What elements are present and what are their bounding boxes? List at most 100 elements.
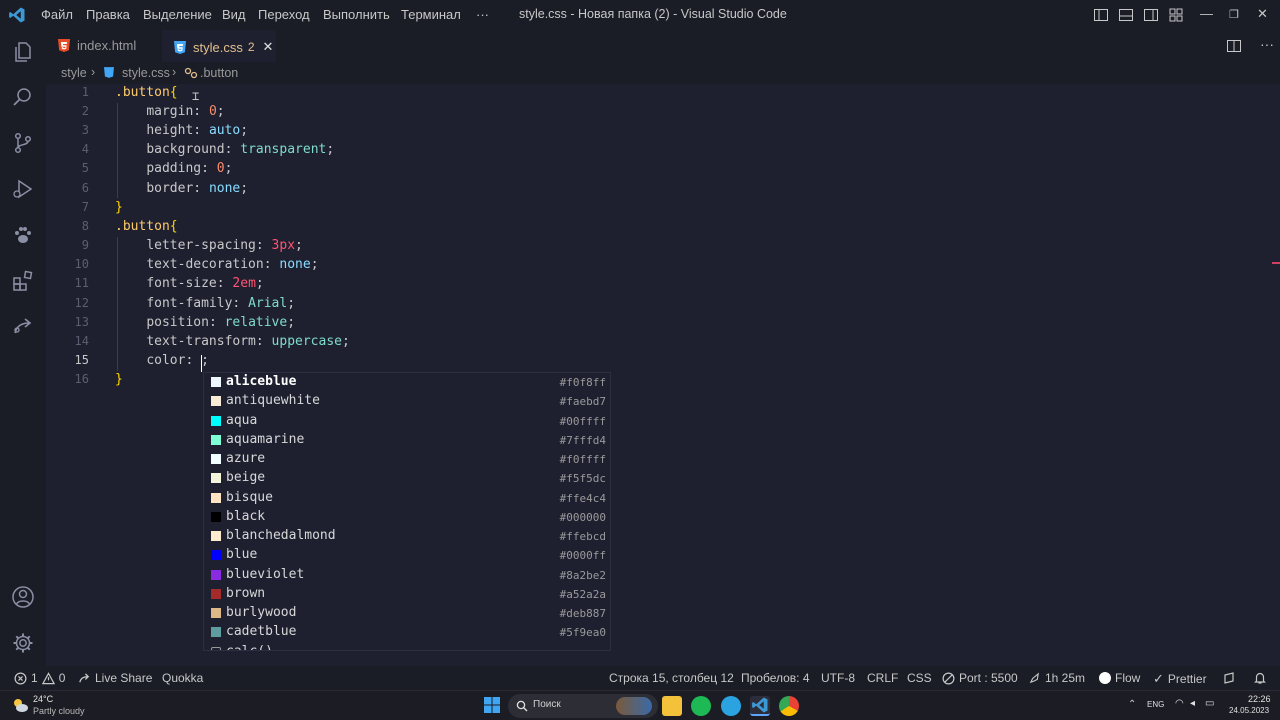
volume-icon[interactable]: ◂ <box>1190 698 1195 709</box>
menu-view[interactable]: Вид <box>222 7 246 22</box>
split-editor-icon[interactable] <box>1226 38 1242 54</box>
code-line: font-size: 2em; <box>146 276 264 291</box>
css-selector: .button <box>115 219 170 234</box>
css-property: text-decoration <box>146 257 264 272</box>
suggestion-item[interactable]: blue #0000ff <box>204 546 610 565</box>
input-language[interactable]: ENG <box>1147 700 1164 709</box>
problems-indicator[interactable]: 1 0 <box>14 671 65 685</box>
function-icon <box>211 646 221 650</box>
toggle-sidebar-icon[interactable] <box>1093 7 1109 23</box>
more-actions-icon[interactable]: ··· <box>1260 36 1274 52</box>
css-value: 3px <box>271 238 296 253</box>
tab-index-html[interactable]: index.html <box>46 30 162 62</box>
taskbar-search-box[interactable]: Поиск <box>508 694 658 718</box>
chevron-up-icon[interactable]: ⌃ <box>1128 699 1136 710</box>
live-share-status[interactable]: Live Share <box>78 671 152 685</box>
feedback-icon[interactable] <box>1223 671 1237 685</box>
suggestion-item[interactable]: beige #f5f5dc <box>204 469 610 488</box>
menu-file[interactable]: Файл <box>41 7 73 22</box>
css-value: 0 <box>208 104 217 119</box>
suggestion-item[interactable]: burlywood #deb887 <box>204 604 610 623</box>
live-server-port[interactable]: Port : 5500 <box>942 671 1018 685</box>
color-swatch-icon <box>211 473 221 484</box>
css-property: background <box>146 142 225 157</box>
menu-more[interactable]: ··· <box>476 7 489 22</box>
account-icon[interactable] <box>11 585 35 609</box>
file-explorer-icon[interactable] <box>662 696 682 716</box>
search-icon[interactable] <box>11 85 35 109</box>
close-window-icon[interactable]: ✕ <box>1257 6 1268 22</box>
extensions-icon[interactable] <box>11 269 35 293</box>
brace: } <box>115 372 123 387</box>
source-control-icon[interactable] <box>11 131 35 155</box>
clock-date[interactable]: 24.05.2023 <box>1229 706 1269 715</box>
suggestion-item[interactable]: brown #a52a2a <box>204 585 610 604</box>
language-label: CSS <box>907 671 932 685</box>
suggestion-item[interactable]: calc() <box>204 643 610 650</box>
quokka-status[interactable]: Quokka <box>162 671 203 685</box>
notifications-bell-icon[interactable] <box>1253 671 1267 685</box>
suggestion-label: aqua <box>226 412 258 428</box>
maximize-icon[interactable]: ❐ <box>1229 8 1239 21</box>
indentation[interactable]: Пробелов: 4 <box>741 671 810 685</box>
code-line: } <box>115 198 123 217</box>
toggle-secondary-sidebar-icon[interactable] <box>1143 7 1159 23</box>
suggestion-item[interactable]: cadetblue #5f9ea0 <box>204 623 610 642</box>
paw-extension-icon[interactable] <box>11 223 35 247</box>
code-line: letter-spacing: 3px; <box>146 238 303 253</box>
menu-edit[interactable]: Правка <box>86 7 130 22</box>
battery-icon[interactable]: ▭ <box>1205 698 1214 709</box>
menu-run[interactable]: Выполнить <box>323 7 390 22</box>
telegram-icon[interactable] <box>721 696 741 716</box>
breadcrumb-file[interactable]: style.css <box>122 66 170 80</box>
suggestion-detail: #7fffd4 <box>559 433 606 447</box>
css-property: margin <box>146 104 194 119</box>
suggestion-item[interactable]: blueviolet #8a2be2 <box>204 566 610 585</box>
css-value: Arial <box>248 296 288 311</box>
minimize-icon[interactable]: — <box>1200 6 1213 21</box>
suggestion-item[interactable]: blanchedalmond #ffebcd <box>204 527 610 546</box>
suggestion-item[interactable]: aquamarine #7fffd4 <box>204 431 610 450</box>
spotify-icon[interactable] <box>691 696 711 716</box>
flow-status[interactable]: Flow <box>1099 671 1140 685</box>
customize-layout-icon[interactable] <box>1168 7 1184 23</box>
end-of-line[interactable]: CRLF <box>867 671 898 685</box>
suggestion-item[interactable]: antiquewhite #faebd7 <box>204 392 610 411</box>
wakatime-status[interactable]: 1h 25m <box>1028 671 1085 685</box>
windows-start-icon[interactable] <box>483 696 501 714</box>
suggestion-item[interactable]: azure #f0ffff <box>204 450 610 469</box>
explorer-icon[interactable] <box>11 40 35 64</box>
wifi-icon[interactable]: ◠ <box>1175 698 1184 709</box>
prettier-status[interactable]: ✓ Prettier <box>1153 671 1207 687</box>
live-share-icon[interactable] <box>11 315 35 339</box>
scrollbar-error-marker <box>1272 262 1280 264</box>
breadcrumb-folder[interactable]: style <box>61 66 87 80</box>
suggestion-detail: #00ffff <box>559 414 606 428</box>
suggestion-item[interactable]: aqua #00ffff <box>204 412 610 431</box>
close-tab-icon[interactable]: ✕ <box>263 39 274 55</box>
suggestion-item[interactable]: bisque #ffe4c4 <box>204 489 610 508</box>
tab-style-css[interactable]: style.css 2 ✕ <box>162 30 276 62</box>
menu-selection[interactable]: Выделение <box>143 7 212 22</box>
run-debug-icon[interactable] <box>11 177 35 201</box>
menu-go[interactable]: Переход <box>258 7 310 22</box>
language-mode[interactable]: CSS <box>907 671 932 685</box>
html5-icon <box>58 39 70 52</box>
weather-cloud-sun-icon[interactable] <box>10 695 30 715</box>
breadcrumb-symbol[interactable]: .button <box>200 66 238 80</box>
color-swatch-icon <box>211 492 221 503</box>
vscode-logo-icon[interactable] <box>8 6 26 24</box>
clock-time[interactable]: 22:26 <box>1248 694 1271 704</box>
manage-gear-icon[interactable] <box>11 631 35 655</box>
cursor-position[interactable]: Строка 15, столбец 12 <box>609 671 734 685</box>
suggestion-item[interactable]: aliceblue #f0f8ff <box>204 373 610 393</box>
prettier-label: Prettier <box>1167 672 1207 686</box>
toggle-panel-icon[interactable] <box>1118 7 1134 23</box>
chrome-icon[interactable] <box>779 696 799 716</box>
vscode-taskbar-icon[interactable] <box>750 696 770 716</box>
color-swatch-icon <box>211 511 221 522</box>
suggestion-item[interactable]: black #000000 <box>204 508 610 527</box>
flow-label: Flow <box>1115 671 1141 685</box>
encoding[interactable]: UTF-8 <box>821 671 855 685</box>
menu-terminal[interactable]: Терминал <box>401 7 461 22</box>
